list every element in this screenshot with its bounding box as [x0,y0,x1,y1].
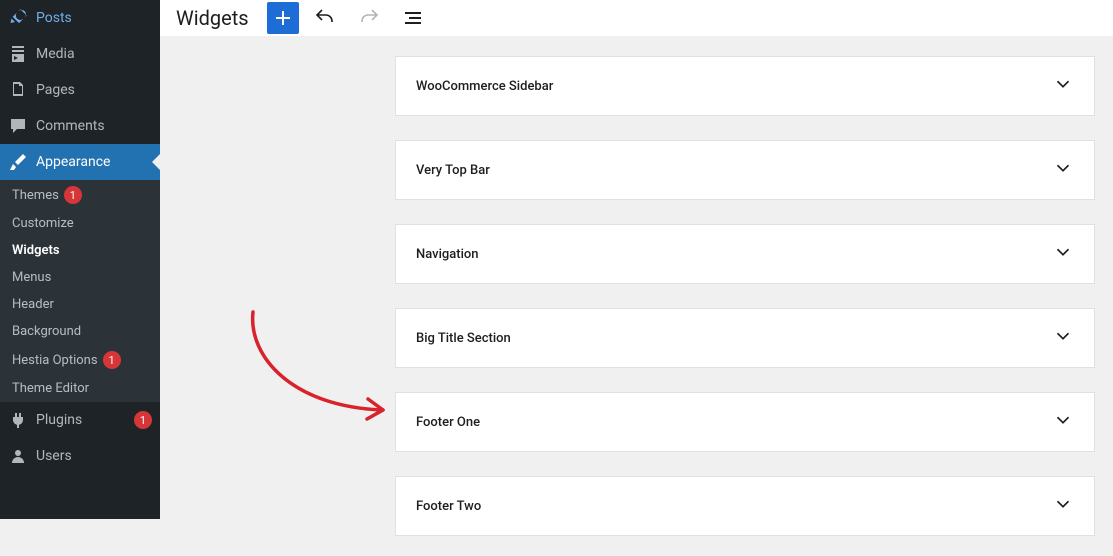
submenu-label: Themes [12,188,59,203]
widget-area-big-title-section[interactable]: Big Title Section [395,308,1095,368]
sidebar-item-users[interactable]: Users [0,438,160,474]
submenu-menus[interactable]: Menus [0,264,160,291]
chevron-down-icon [1052,73,1074,99]
page-title: Widgets [176,6,249,30]
sidebar-item-posts[interactable]: Posts [0,0,160,36]
chevron-down-icon [1052,409,1074,435]
panel-title: Navigation [416,247,479,262]
admin-sidebar: Posts Media Pages Comments Appearance Th… [0,0,160,519]
panel-title: Big Title Section [416,331,511,346]
brush-icon [8,152,28,172]
sidebar-label: Posts [36,10,152,26]
panel-title: Footer Two [416,499,481,514]
sidebar-item-comments[interactable]: Comments [0,108,160,144]
submenu-label: Hestia Options [12,353,98,368]
sidebar-label: Appearance [36,154,152,170]
update-badge: 1 [103,351,121,369]
submenu-label: Header [12,297,54,312]
submenu-header[interactable]: Header [0,291,160,318]
submenu-customize[interactable]: Customize [0,210,160,237]
users-icon [8,446,28,466]
list-view-icon [401,6,425,30]
list-view-button[interactable] [395,0,431,36]
chevron-down-icon [1052,241,1074,267]
update-badge: 1 [134,411,152,429]
submenu-label: Background [12,324,81,339]
add-block-button[interactable] [267,2,299,34]
media-icon [8,44,28,64]
submenu-background[interactable]: Background [0,318,160,345]
submenu-label: Customize [12,216,74,231]
sidebar-item-pages[interactable]: Pages [0,72,160,108]
chevron-down-icon [1052,325,1074,351]
update-badge: 1 [64,186,82,204]
plugin-icon [8,410,28,430]
submenu-widgets[interactable]: Widgets [0,237,160,264]
redo-button[interactable] [351,0,387,36]
chevron-down-icon [1052,157,1074,183]
panel-title: Very Top Bar [416,163,490,178]
main-area: Widgets WooCommerce Sidebar Very Top Bar [160,0,1113,519]
sidebar-label: Users [36,448,152,464]
panel-title: WooCommerce Sidebar [416,79,553,94]
sidebar-label: Comments [36,118,152,134]
sidebar-label: Plugins [36,412,129,428]
panel-title: Footer One [416,415,480,430]
pages-icon [8,80,28,100]
submenu-label: Widgets [12,243,60,258]
widget-areas-list: WooCommerce Sidebar Very Top Bar Navigat… [160,36,1113,556]
undo-button[interactable] [307,0,343,36]
submenu-theme-editor[interactable]: Theme Editor [0,375,160,402]
chevron-down-icon [1052,493,1074,519]
submenu-label: Theme Editor [12,381,89,396]
sidebar-label: Media [36,46,152,62]
sidebar-label: Pages [36,82,152,98]
sidebar-item-media[interactable]: Media [0,36,160,72]
submenu-hestia-options[interactable]: Hestia Options 1 [0,345,160,375]
plus-icon [271,6,295,30]
widget-area-navigation[interactable]: Navigation [395,224,1095,284]
widget-area-footer-two[interactable]: Footer Two [395,476,1095,536]
pin-icon [8,8,28,28]
redo-icon [357,6,381,30]
widget-area-footer-one[interactable]: Footer One [395,392,1095,452]
sidebar-item-appearance[interactable]: Appearance [0,144,160,180]
widget-area-very-top-bar[interactable]: Very Top Bar [395,140,1095,200]
editor-topbar: Widgets [160,0,1113,36]
comments-icon [8,116,28,136]
submenu-themes[interactable]: Themes 1 [0,180,160,210]
submenu-label: Menus [12,270,51,285]
sidebar-item-plugins[interactable]: Plugins 1 [0,402,160,438]
widget-area-woocommerce-sidebar[interactable]: WooCommerce Sidebar [395,56,1095,116]
undo-icon [313,6,337,30]
